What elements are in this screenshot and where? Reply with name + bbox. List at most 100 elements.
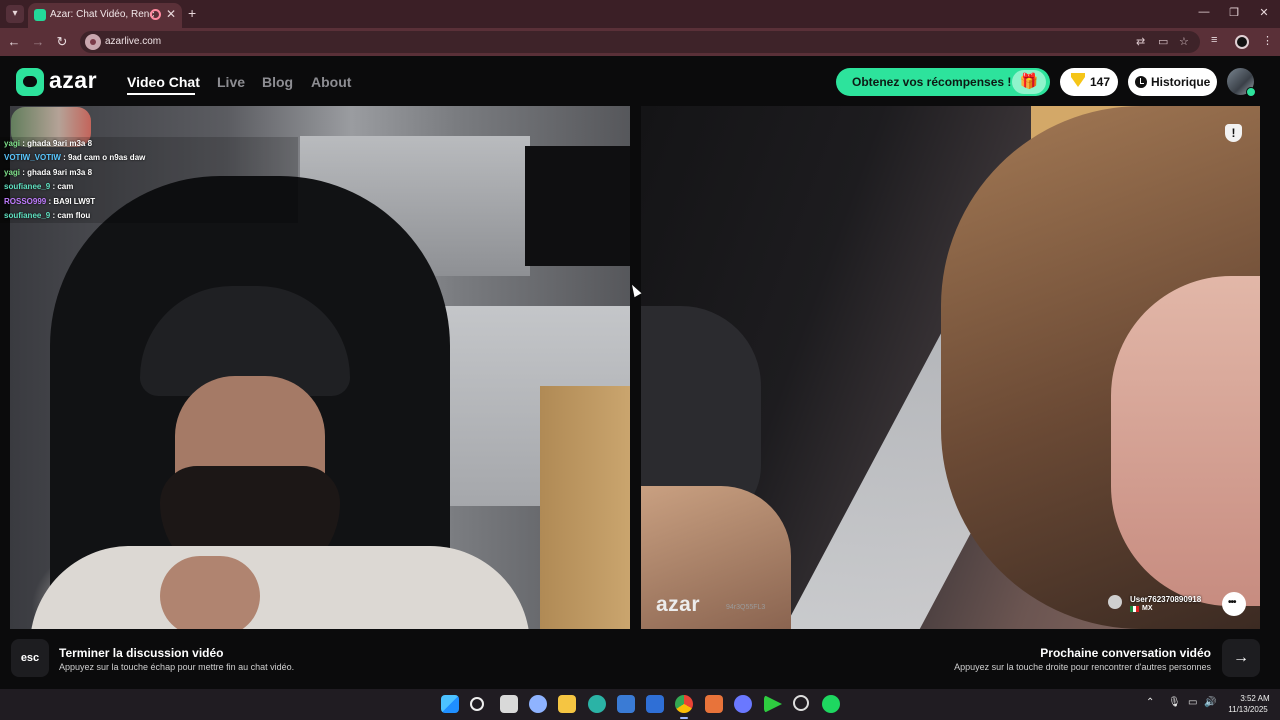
site-info-icon[interactable] [85, 34, 101, 50]
window-minimize-button[interactable]: — [1196, 6, 1212, 18]
browser-menu-icon[interactable]: ⋮ [1262, 34, 1273, 47]
browser-toolbar: ← → ↻ azarlive.com ⇄ ▭ ☆ ≡ ⋮ [0, 28, 1280, 56]
chat-text: : ghada 9ari m3a 8 [20, 139, 93, 148]
gems-button[interactable]: 147 [1060, 68, 1118, 96]
chat-username: ROSSO999 [4, 197, 47, 206]
partner-country: MX [1142, 605, 1153, 612]
browser-tabstrip: ▾ Azar: Chat Vidéo, Rencontres ✕ + — ❐ ✕ [0, 0, 1280, 28]
back-button[interactable]: ← [6, 34, 22, 49]
edge-browser-icon[interactable] [588, 695, 606, 713]
clock-time[interactable]: 3:52 AM [1235, 694, 1275, 703]
gift-icon: 🎁 [1012, 70, 1046, 94]
chat-bubble-icon: ••• [1228, 597, 1236, 608]
report-shield-icon[interactable]: ! [1225, 124, 1242, 142]
file-explorer-icon[interactable] [558, 695, 576, 713]
clock-date[interactable]: 11/13/2025 [1222, 705, 1274, 714]
next-chat-title: Prochaine conversation vidéo [1040, 646, 1211, 660]
user-avatar[interactable] [1227, 68, 1256, 97]
microphone-icon[interactable]: 🎙 [1168, 697, 1181, 708]
recording-indicator-icon [150, 9, 161, 20]
nav-about[interactable]: About [311, 74, 351, 90]
obs-icon[interactable] [793, 695, 809, 711]
esc-end-chat-button[interactable]: esc [11, 639, 49, 677]
chrome-icon[interactable] [675, 695, 693, 713]
gem-icon [1071, 73, 1085, 87]
mail-icon[interactable] [646, 695, 664, 713]
clock-icon [1135, 76, 1147, 88]
tab-title: Azar: Chat Vidéo, Rencontres [50, 9, 154, 20]
task-view-icon[interactable] [500, 695, 518, 713]
chat-message: soufianee_9 : cam [4, 182, 73, 191]
chat-message: VOTIW_VOTIW : 9ad cam o n9as daw [4, 153, 145, 162]
nav-video-chat[interactable]: Video Chat [127, 74, 200, 90]
history-button[interactable]: Historique [1128, 68, 1217, 96]
partner-avatar-icon[interactable] [1108, 595, 1122, 609]
mouse-cursor-icon [628, 282, 642, 298]
discord-icon[interactable] [734, 695, 752, 713]
azar-watermark: azar [656, 593, 701, 616]
nav-blog[interactable]: Blog [262, 74, 293, 90]
nav-live[interactable]: Live [217, 74, 245, 90]
chat-username: yagi [4, 139, 21, 148]
forward-button[interactable]: → [30, 34, 46, 49]
online-badge-icon [1246, 87, 1256, 97]
chat-username: soufianee_9 [4, 211, 51, 220]
spotify-icon[interactable] [822, 695, 840, 713]
window-close-button[interactable]: ✕ [1256, 6, 1272, 19]
vlc-icon[interactable] [705, 695, 723, 713]
volume-icon[interactable]: 🔊 [1204, 697, 1216, 708]
chat-text: : BA9I LW9T [46, 197, 96, 206]
bookmark-star-icon[interactable]: ☆ [1179, 35, 1189, 48]
end-chat-title: Terminer la discussion vidéo [59, 646, 224, 660]
windows-start-icon[interactable] [441, 695, 459, 713]
url-text: azarlive.com [105, 36, 162, 47]
chat-message: yagi : ghada 9ari m3a 8 [4, 168, 92, 177]
chat-bubble-button[interactable]: ••• [1222, 592, 1246, 616]
background-curtain [540, 386, 630, 629]
tab-search-button[interactable]: ▾ [6, 5, 24, 23]
end-chat-hint: Appuyez sur la touche échap pour mettre … [59, 662, 295, 672]
window-restore-button[interactable]: ❐ [1226, 6, 1242, 19]
chat-username: VOTIW_VOTIW [4, 153, 61, 162]
browser-profile-icon[interactable] [1235, 35, 1249, 49]
tab-close-button[interactable]: ✕ [166, 7, 176, 21]
rewards-label: Obtenez vos récompenses ! [852, 75, 1012, 89]
address-bar[interactable]: azarlive.com ⇄ ▭ ☆ [80, 31, 1200, 53]
azar-favicon-icon [34, 9, 46, 21]
gems-count: 147 [1090, 75, 1111, 89]
search-icon[interactable] [470, 697, 484, 711]
install-app-icon[interactable]: ▭ [1158, 35, 1168, 48]
chat-text: : cam [50, 182, 74, 191]
rewards-button[interactable]: Obtenez vos récompenses ! 🎁 [836, 68, 1050, 96]
network-icon[interactable]: ▭ [1188, 697, 1197, 708]
chat-username: soufianee_9 [4, 182, 51, 191]
settings-gear-icon[interactable] [529, 695, 547, 713]
chat-message: ROSSO999 : BA9I LW9T [4, 197, 95, 206]
mexico-flag-icon [1130, 606, 1139, 612]
history-label: Historique [1151, 75, 1211, 89]
azar-logo-text[interactable]: azar [49, 67, 97, 94]
chat-text: : cam flou [50, 211, 91, 220]
person-shirt [30, 546, 530, 629]
new-tab-button[interactable]: + [188, 5, 196, 21]
next-chat-hint: Appuyez sur la touche droite pour rencon… [954, 662, 1211, 672]
tray-overflow-icon[interactable]: ⌃ [1146, 697, 1154, 708]
chat-message: soufianee_9 : cam flou [4, 211, 90, 220]
browser-tab-active[interactable]: Azar: Chat Vidéo, Rencontres ✕ [28, 3, 182, 28]
store-icon[interactable] [617, 695, 635, 713]
nav-active-underline [127, 93, 195, 95]
media-player-icon[interactable] [764, 695, 782, 713]
azar-logo-icon[interactable] [16, 68, 44, 96]
next-chat-button[interactable]: → [1222, 639, 1260, 677]
partner-username[interactable]: User762370890918 [1130, 595, 1201, 604]
chat-username: yagi [4, 168, 21, 177]
background-monitor [525, 146, 630, 266]
chat-text: : ghada 9ari m3a 8 [20, 168, 93, 177]
chat-text: : 9ad cam o n9as daw [60, 153, 146, 162]
windows-taskbar: ⌃ 🎙 ▭ 🔊 3:52 AM 11/13/2025 [0, 689, 1280, 720]
partner-face [1111, 276, 1260, 606]
media-control-icon[interactable]: ≡ [1211, 34, 1217, 46]
partner-video-feed [641, 106, 1260, 629]
reload-button[interactable]: ↻ [54, 34, 70, 50]
translate-icon[interactable]: ⇄ [1136, 35, 1145, 48]
